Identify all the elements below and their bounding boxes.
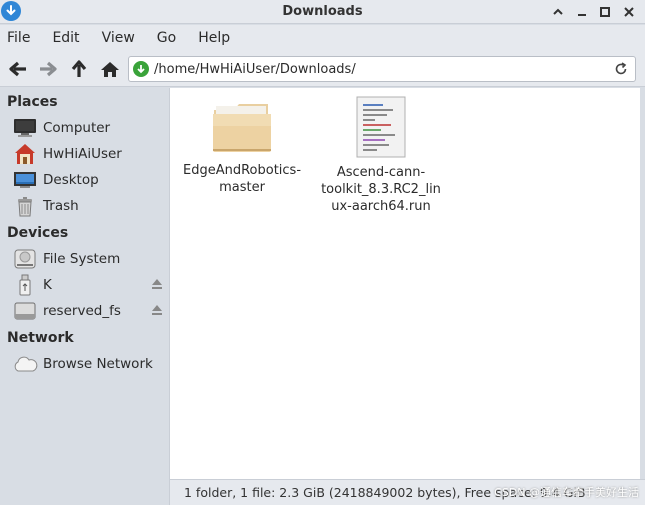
sidebar-item-reserved-fs[interactable]: reserved_fs (12, 299, 167, 323)
usb-drive-icon (12, 274, 38, 296)
eject-icon[interactable] (151, 278, 163, 290)
minimize-button[interactable] (573, 3, 591, 21)
menu-go[interactable]: Go (157, 30, 176, 46)
sidebar-item-k[interactable]: K (12, 273, 167, 297)
reload-icon[interactable] (613, 61, 629, 77)
network-heading: Network (7, 330, 74, 346)
shade-window-button[interactable] (549, 3, 567, 21)
forward-button[interactable] (36, 58, 60, 80)
menu-help[interactable]: Help (198, 30, 230, 46)
devices-heading: Devices (7, 225, 69, 241)
drive-icon (12, 300, 38, 322)
sidebar-item-browse-network[interactable]: Browse Network (12, 352, 167, 376)
watermark: CSDN @通信车牵手美好生活 (494, 486, 639, 499)
maximize-button[interactable] (596, 3, 614, 21)
menu-bar: File Edit View Go Help (0, 25, 645, 51)
menu-view[interactable]: View (102, 30, 135, 46)
close-button[interactable] (620, 3, 638, 21)
file-item-folder[interactable]: EdgeAndRobotics- master (177, 96, 307, 196)
menu-edit[interactable]: Edit (52, 30, 79, 46)
sidebar-item-desktop[interactable]: Desktop (12, 168, 167, 192)
desktop-icon (12, 169, 38, 191)
location-bar (128, 56, 636, 82)
menu-file[interactable]: File (7, 30, 30, 46)
places-heading: Places (7, 94, 58, 110)
home-button[interactable] (98, 58, 122, 80)
home-icon (101, 62, 119, 77)
sidebar-item-trash[interactable]: Trash (12, 194, 167, 218)
sidebar-item-file-system[interactable]: File System (12, 247, 167, 271)
file-item-run-script[interactable]: Ascend-cann- toolkit_8.3.RC2_lin ux-aarc… (316, 96, 446, 215)
arrow-right-icon (40, 61, 57, 77)
up-button[interactable] (67, 58, 91, 80)
location-input[interactable] (154, 59, 604, 79)
title-bar: Downloads (0, 0, 645, 24)
arrow-left-icon (9, 61, 26, 77)
folder-icon (213, 104, 271, 152)
sidebar-item-computer[interactable]: Computer (12, 116, 167, 140)
trash-icon (12, 195, 38, 217)
file-name: EdgeAndRobotics- master (182, 163, 302, 195)
back-button[interactable] (6, 58, 30, 80)
file-name: Ascend-cann- toolkit_8.3.RC2_lin ux-aarc… (321, 165, 441, 214)
computer-icon (12, 117, 38, 139)
network-cloud-icon (12, 353, 38, 375)
home-folder-icon (12, 143, 38, 165)
sidebar-item-home[interactable]: HwHiAiUser (12, 142, 167, 166)
drive-icon (12, 248, 38, 270)
file-view[interactable]: EdgeAndRobotics- master Ascend-cann- too… (169, 88, 640, 479)
eject-icon[interactable] (151, 304, 163, 316)
script-file-icon (356, 96, 406, 158)
sidebar: Places Computer HwHiAiUser Desktop Trash… (0, 88, 169, 505)
go-arrow-icon[interactable] (133, 61, 149, 77)
right-edge (640, 88, 645, 479)
arrow-up-icon (71, 60, 87, 77)
